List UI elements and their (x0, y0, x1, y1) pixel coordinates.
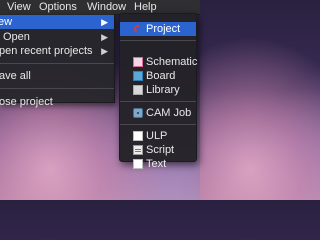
menu-separator (0, 88, 114, 89)
library-icon (133, 85, 143, 95)
menu-item-new[interactable]: ew ▶ (0, 15, 114, 29)
submenu-arrow-icon: ▶ (101, 32, 108, 42)
submenu-item-schematic-label: Schematic (146, 56, 198, 68)
text-icon (133, 159, 143, 169)
menu-item-open-recent[interactable]: pen recent projects ▶ (0, 44, 114, 58)
new-submenu: Project Schematic Board Library CAM Job … (119, 13, 198, 170)
menu-separator (0, 63, 114, 64)
menu-item-save-all-label: ave all (0, 70, 31, 82)
submenu-item-script-label: Script (146, 144, 175, 156)
schematic-icon (133, 57, 143, 67)
submenu-item-script[interactable]: Script (120, 143, 196, 157)
menu-item-save-all[interactable]: ave all (0, 69, 114, 83)
menu-view[interactable]: View (3, 0, 35, 14)
menu-item-open-recent-label: pen recent projects (0, 45, 93, 57)
menu-help[interactable]: Help (130, 0, 161, 14)
submenu-item-text[interactable]: Text (120, 157, 196, 171)
menu-item-close-project[interactable]: ose project (0, 95, 114, 109)
submenu-item-cam-job[interactable]: CAM Job (120, 106, 196, 120)
project-icon (133, 24, 143, 34)
submenu-item-board[interactable]: Board (120, 69, 196, 83)
cam-job-icon (133, 108, 143, 118)
submenu-item-library-label: Library (146, 84, 180, 96)
menu-separator (120, 40, 196, 41)
submenu-item-cam-job-label: CAM Job (146, 107, 192, 119)
submenu-item-project-label: Project (146, 23, 181, 35)
submenu-item-project[interactable]: Project (120, 22, 196, 36)
submenu-arrow-icon: ▶ (101, 17, 108, 27)
ulp-icon (133, 131, 143, 141)
submenu-item-schematic[interactable]: Schematic (120, 55, 198, 69)
menu-window[interactable]: Window (83, 0, 130, 14)
menu-item-close-project-label: ose project (0, 96, 53, 108)
menu-item-open[interactable]: Open ▶ (0, 30, 114, 44)
menu-item-open-label: Open (3, 31, 30, 43)
submenu-item-board-label: Board (146, 70, 176, 82)
submenu-item-ulp-label: ULP (146, 130, 168, 142)
file-menu-dropdown: ew ▶ Open ▶ pen recent projects ▶ ave al… (0, 14, 115, 108)
menu-separator (120, 101, 196, 102)
menu-options[interactable]: Options (35, 0, 81, 14)
submenu-arrow-icon: ▶ (101, 46, 108, 56)
submenu-item-ulp[interactable]: ULP (120, 129, 196, 143)
submenu-item-text-label: Text (146, 158, 167, 170)
menu-item-new-label: ew (0, 16, 13, 28)
board-icon (133, 71, 143, 81)
menu-separator (120, 124, 196, 125)
submenu-item-library[interactable]: Library (120, 83, 196, 97)
script-icon (133, 145, 143, 155)
